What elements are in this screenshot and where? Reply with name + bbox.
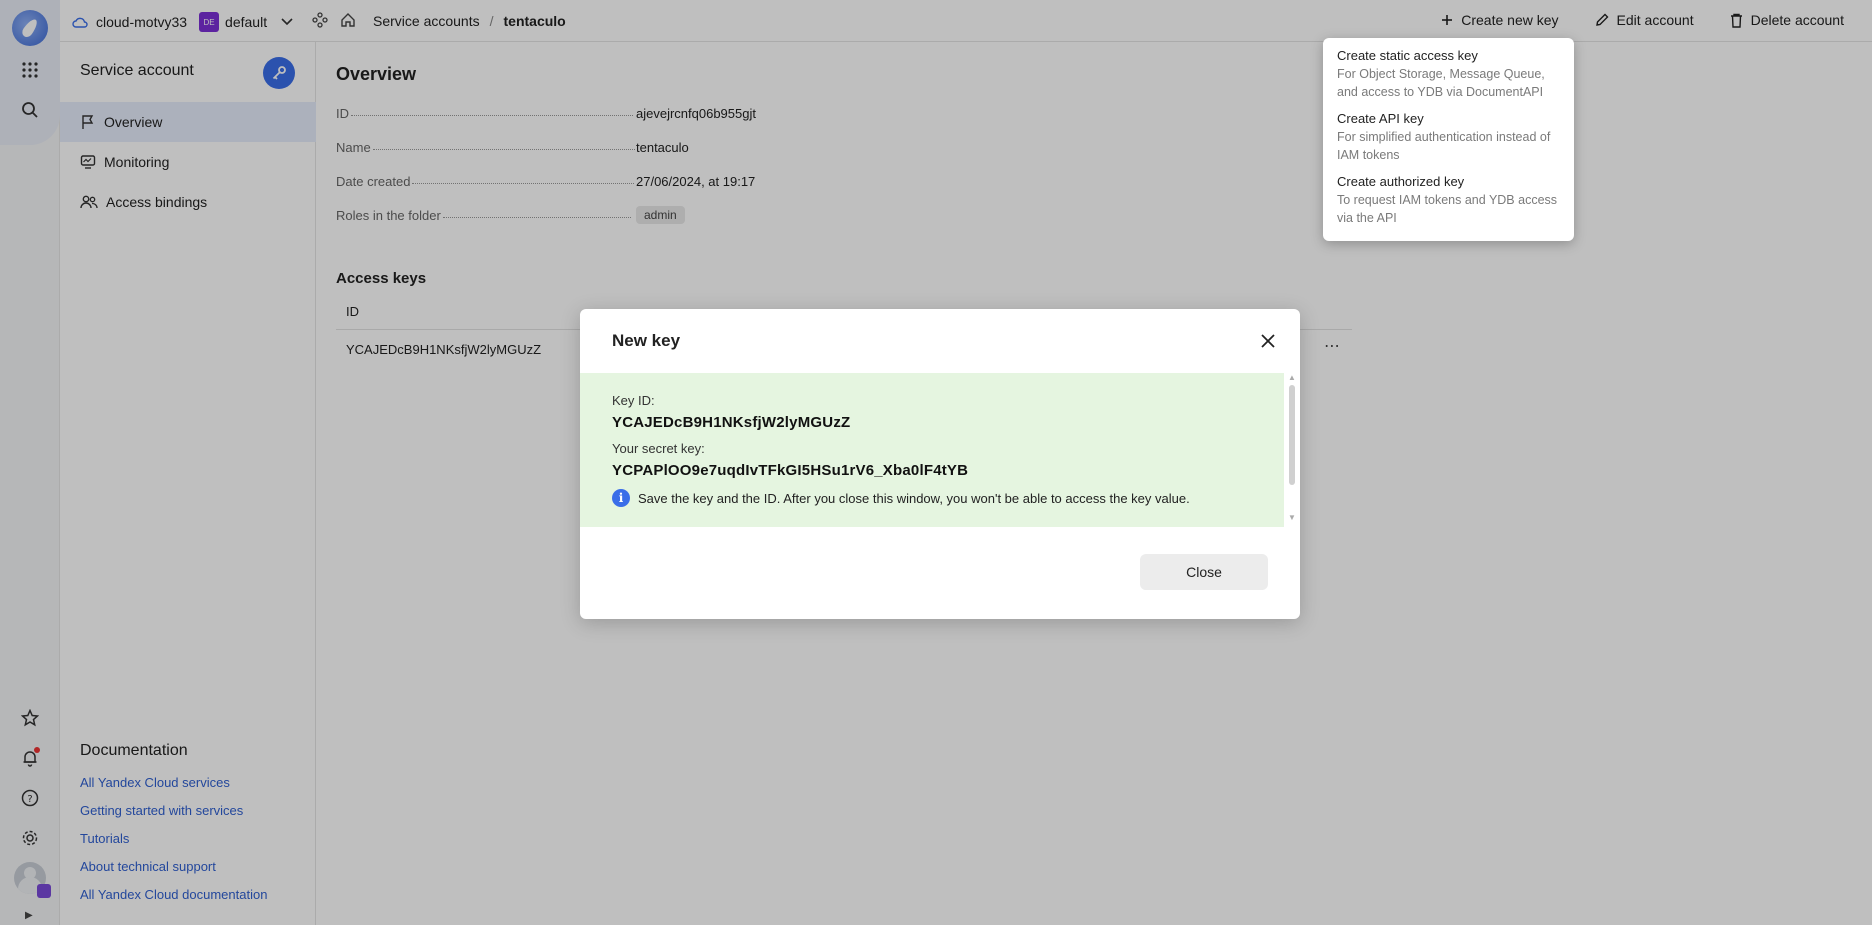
secret-key-label: Your secret key: <box>612 441 705 456</box>
create-key-dropdown: Create static access key For Object Stor… <box>1323 38 1574 241</box>
menu-item-description: For Object Storage, Message Queue, and a… <box>1337 67 1545 99</box>
scroll-up-arrow-icon[interactable]: ▲ <box>1288 373 1296 382</box>
save-warning: i Save the key and the ID. After you clo… <box>612 489 1252 507</box>
close-button[interactable]: Close <box>1140 554 1268 590</box>
menu-item-title: Create authorized key <box>1337 174 1465 189</box>
menu-item-description: To request IAM tokens and YDB access via… <box>1337 193 1558 225</box>
menu-item-description: For simplified authentication instead of… <box>1337 130 1551 162</box>
scrollbar-thumb[interactable] <box>1289 385 1295 485</box>
secret-key-value: YCPAPlOO9e7uqdIvTFkGI5HSu1rV6_Xba0lF4tYB <box>612 462 969 479</box>
dialog-title: New key <box>612 331 681 350</box>
menu-item-title: Create static access key <box>1337 48 1478 63</box>
key-id-value: YCAJEDcB9H1NKsfjW2lyMGUzZ <box>612 414 851 431</box>
info-icon: i <box>612 489 630 507</box>
scroll-down-arrow-icon[interactable]: ▼ <box>1288 513 1296 522</box>
menu-item-title: Create API key <box>1337 111 1424 126</box>
new-key-dialog: New key Key ID: YCAJEDcB9H1NKsfjW2lyMGUz… <box>580 309 1300 619</box>
key-id-label: Key ID: <box>612 393 655 408</box>
save-warning-text: Save the key and the ID. After you close… <box>638 490 1190 506</box>
menu-item-api-key[interactable]: Create API key For simplified authentica… <box>1323 107 1574 170</box>
menu-item-authorized-key[interactable]: Create authorized key To request IAM tok… <box>1323 170 1574 233</box>
close-icon[interactable] <box>1258 331 1278 351</box>
menu-item-static-access-key[interactable]: Create static access key For Object Stor… <box>1323 44 1574 107</box>
dialog-scrollbar[interactable]: ▲ ▼ <box>1287 373 1297 527</box>
key-details-box: Key ID: YCAJEDcB9H1NKsfjW2lyMGUzZ Your s… <box>580 373 1284 527</box>
